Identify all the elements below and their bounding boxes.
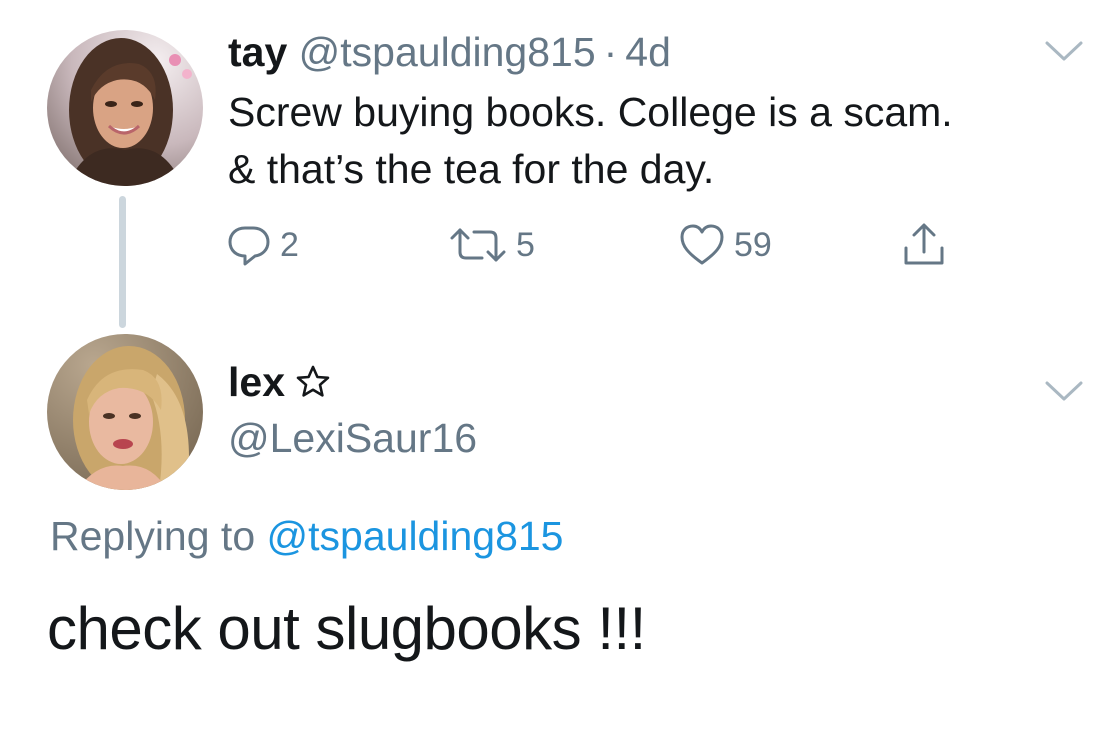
avatar-lex[interactable] xyxy=(47,334,203,490)
retweet-icon xyxy=(450,228,506,262)
retweet-count: 5 xyxy=(516,225,535,264)
replying-to: Replying to @tspaulding815 xyxy=(50,512,563,560)
reply-icon xyxy=(228,226,270,266)
reply-author-handle[interactable]: @LexiSaur16 xyxy=(228,414,477,462)
profile-photo-lex xyxy=(47,334,203,490)
replying-to-label: Replying to xyxy=(50,513,256,559)
chevron-down-icon[interactable] xyxy=(1044,38,1084,64)
like-button[interactable]: 59 xyxy=(678,222,772,268)
tweet-text: Screw buying books. College is a scam. &… xyxy=(228,84,1068,198)
share-button[interactable] xyxy=(900,222,948,268)
reply-button[interactable]: 2 xyxy=(226,222,299,268)
star-outline-icon xyxy=(296,365,330,397)
chevron-down-icon[interactable] xyxy=(1044,378,1084,404)
share-icon xyxy=(904,223,944,265)
tweet-header: tay @tspaulding815 · 4d xyxy=(228,28,671,76)
time-separator: · xyxy=(603,29,618,75)
author-name[interactable]: tay xyxy=(228,29,287,75)
reply-count: 2 xyxy=(280,225,299,264)
tweet-text-line: & that’s the tea for the day. xyxy=(228,146,715,192)
tweet-text-line: Screw buying books. College is a scam. xyxy=(228,89,953,135)
reply-text: check out slugbooks !!! xyxy=(47,595,646,662)
profile-photo-tay xyxy=(47,30,203,186)
like-count: 59 xyxy=(734,225,772,264)
heart-icon xyxy=(680,224,724,265)
reply-author-name-row: lex xyxy=(228,358,331,406)
thread-connector-line xyxy=(119,196,126,328)
reply-author-name[interactable]: lex xyxy=(228,358,285,406)
avatar-tay[interactable] xyxy=(47,30,203,186)
replying-to-handle-link[interactable]: @tspaulding815 xyxy=(267,513,564,559)
author-handle[interactable]: @tspaulding815 xyxy=(299,29,596,75)
retweet-button[interactable]: 5 xyxy=(448,222,535,268)
tweet-time[interactable]: 4d xyxy=(625,29,671,75)
